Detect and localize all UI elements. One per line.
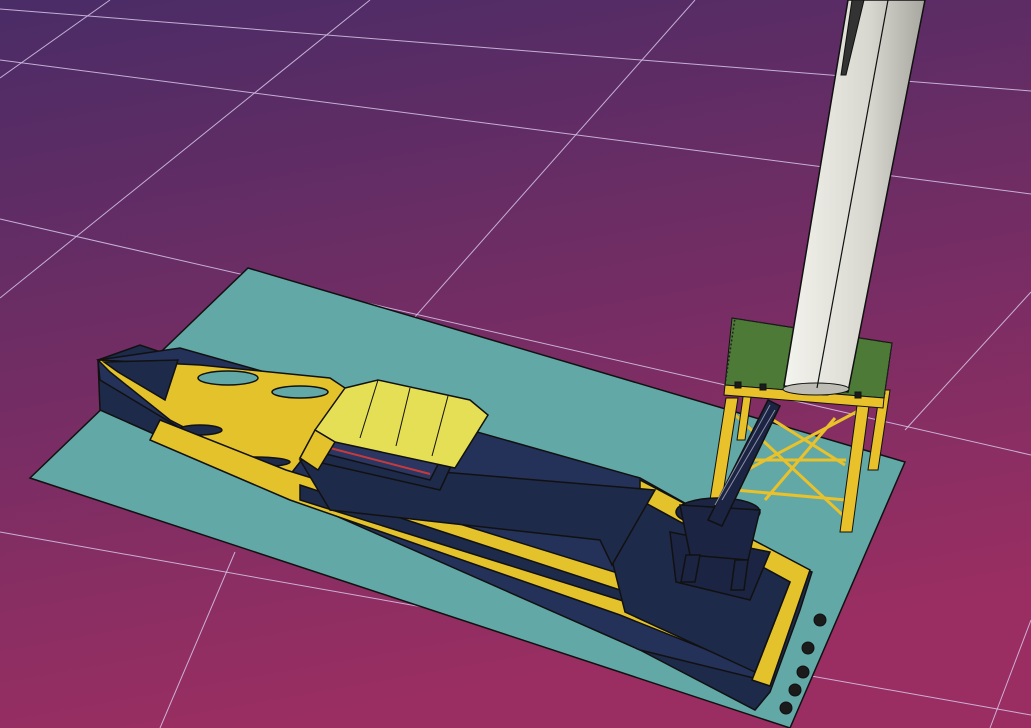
- bow-window-2: [271, 385, 329, 399]
- bow-window-1: [197, 370, 259, 386]
- propeller-2: [801, 641, 815, 655]
- cad-viewport[interactable]: [0, 0, 1031, 728]
- propeller-5: [779, 701, 793, 715]
- propeller-1: [813, 613, 827, 627]
- propeller-3: [796, 665, 810, 679]
- propeller-4: [788, 683, 802, 697]
